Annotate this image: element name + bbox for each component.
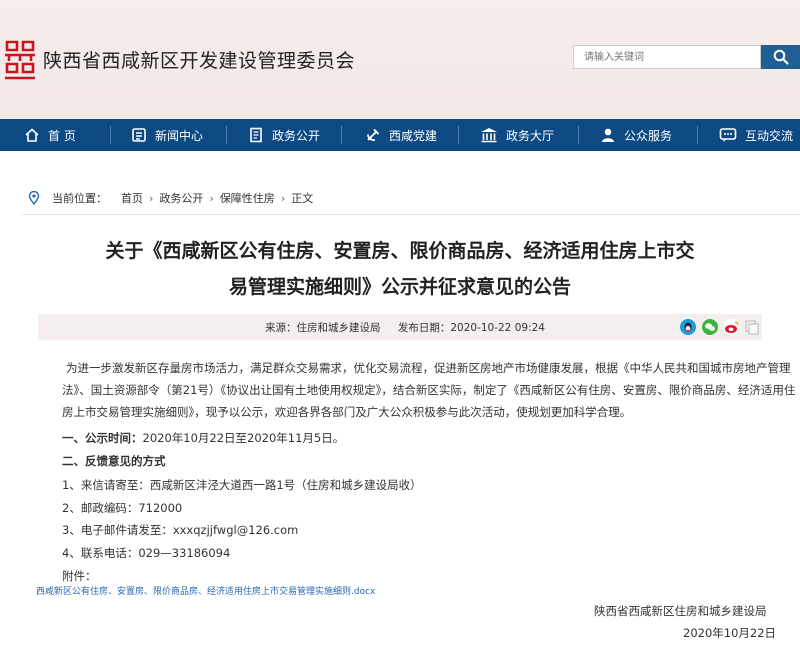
nav-item-service-hall[interactable]: 政务大厅 — [480, 119, 554, 151]
breadcrumb-divider — [21, 214, 800, 215]
breadcrumb: 当前位置： 首页 › 政务公开 › 保障性住房 › 正文 — [21, 188, 319, 208]
feedback-item: 3、电子邮件请发至：xxxqzjjfwgl@126.com — [62, 523, 299, 537]
nav-item-public-service[interactable]: 公众服务 — [600, 119, 672, 151]
breadcrumb-prefix: 当前位置： — [52, 192, 107, 205]
feedback-item: 2、邮政编码：712000 — [62, 501, 183, 515]
search-icon — [773, 49, 789, 65]
weibo-share-button[interactable] — [724, 319, 740, 335]
date-value: 2020-10-22 09:24 — [450, 322, 545, 334]
party-emblem-icon — [367, 128, 380, 141]
signature-org: 陕西省西咸新区住房和城乡建设局 — [594, 604, 767, 618]
article-meta: 来源：住房和城乡建设局 发布日期：2020-10-22 09:24 — [265, 320, 549, 335]
red-seal-logo-icon[interactable] — [3, 38, 37, 82]
breadcrumb-item-current: 正文 — [291, 192, 314, 205]
section-1-text: 2020年10月22日至2020年11月5日。 — [142, 431, 345, 445]
date-label: 发布日期： — [397, 322, 451, 334]
nav-item-news[interactable]: 新闻中心 — [131, 119, 203, 151]
user-icon — [602, 128, 614, 142]
document-icon — [250, 127, 262, 143]
nav-item-label: 首 页 — [48, 128, 76, 143]
attachment-label: 附件： — [62, 569, 97, 583]
attachment-link[interactable]: 西咸新区公有住房、安置房、限价商品房、经济适用住房上市交易管理实施细则.docx — [36, 584, 375, 597]
nav-item-home[interactable]: 首 页 — [24, 119, 76, 151]
nav-divider — [226, 126, 227, 144]
nav-item-party[interactable]: 西咸党建 — [365, 119, 437, 151]
article-title-line2: 易管理实施细则》公示并征求意见的公告 — [228, 276, 571, 298]
breadcrumb-item-home[interactable]: 首页 — [121, 190, 143, 206]
home-icon — [25, 128, 39, 142]
breadcrumb-separator: › — [209, 191, 214, 205]
intro-paragraph-line1: 为进一步激发新区存量房市场活力，满足群众交易需求，优化交易流程，促进新区房地产市… — [66, 361, 791, 375]
wechat-share-button[interactable] — [702, 319, 718, 335]
signature-date: 2020年10月22日 — [683, 626, 777, 640]
wechat-icon — [705, 323, 715, 331]
nav-divider — [110, 126, 111, 144]
breadcrumb-item-housing[interactable]: 保障性住房 — [220, 190, 275, 206]
breadcrumb-item-gov-info[interactable]: 政务公开 — [159, 190, 203, 206]
intro-paragraph-line3: 房上市交易管理实施细则》，现予以公示，欢迎各界各部门及广大公众积极参与此次活动，… — [62, 405, 632, 419]
search-input[interactable] — [573, 45, 761, 69]
source-value: 住房和城乡建设局 — [296, 322, 381, 334]
nav-item-label: 新闻中心 — [155, 128, 204, 143]
article-title-line1: 关于《西咸新区公有住房、安置房、限价商品房、经济适用住房上市交 — [105, 240, 695, 262]
breadcrumb-separator: › — [280, 191, 286, 205]
breadcrumb-separator: › — [149, 191, 154, 205]
nav-item-label: 政务公开 — [272, 128, 321, 143]
nav-item-label: 西咸党建 — [389, 128, 438, 143]
nav-item-label: 互动交流 — [745, 128, 794, 143]
source-label: 来源： — [265, 322, 297, 334]
copy-icon — [745, 320, 759, 335]
section-1: 一、公示时间：2020年10月22日至2020年11月5日。 — [62, 430, 762, 446]
main-nav: 首 页 新闻中心 政务公开 西咸党建 政务大厅 公众服务 互动交流 — [0, 119, 800, 151]
site-header: 陕西省西咸新区开发建设管理委员会 — [0, 0, 800, 119]
section-1-heading: 一、公示时间： — [62, 431, 143, 445]
nav-divider — [578, 126, 579, 144]
nav-divider — [458, 126, 459, 144]
search-button[interactable] — [761, 45, 800, 69]
feedback-item: 4、联系电话：029—33186094 — [62, 546, 231, 560]
nav-item-label: 政务大厅 — [506, 128, 555, 143]
location-pin-icon — [28, 191, 40, 205]
qq-share-button[interactable] — [680, 319, 696, 335]
intro-paragraph-line2: 法》、国土资源部令（第21号）《协议出让国有土地使用权规定》，结合新区实际，制定… — [62, 383, 796, 397]
nav-item-gov-info[interactable]: 政务公开 — [248, 119, 320, 151]
qq-icon — [684, 322, 692, 332]
feedback-item: 1、来信请寄至：西咸新区沣泾大道西一路1号（住房和城乡建设局收） — [62, 478, 422, 492]
nav-item-label: 公众服务 — [624, 128, 673, 143]
nav-item-interaction[interactable]: 互动交流 — [719, 119, 793, 151]
copy-share-button[interactable] — [744, 319, 760, 335]
section-2-heading: 二、反馈意见的方式 — [62, 454, 166, 468]
nav-divider — [697, 126, 698, 144]
hall-icon — [481, 128, 497, 143]
chat-icon — [719, 128, 737, 142]
nav-divider — [341, 126, 342, 144]
site-title: 陕西省西咸新区开发建设管理委员会 — [43, 50, 356, 72]
weibo-icon — [725, 321, 739, 333]
news-icon — [132, 128, 146, 142]
